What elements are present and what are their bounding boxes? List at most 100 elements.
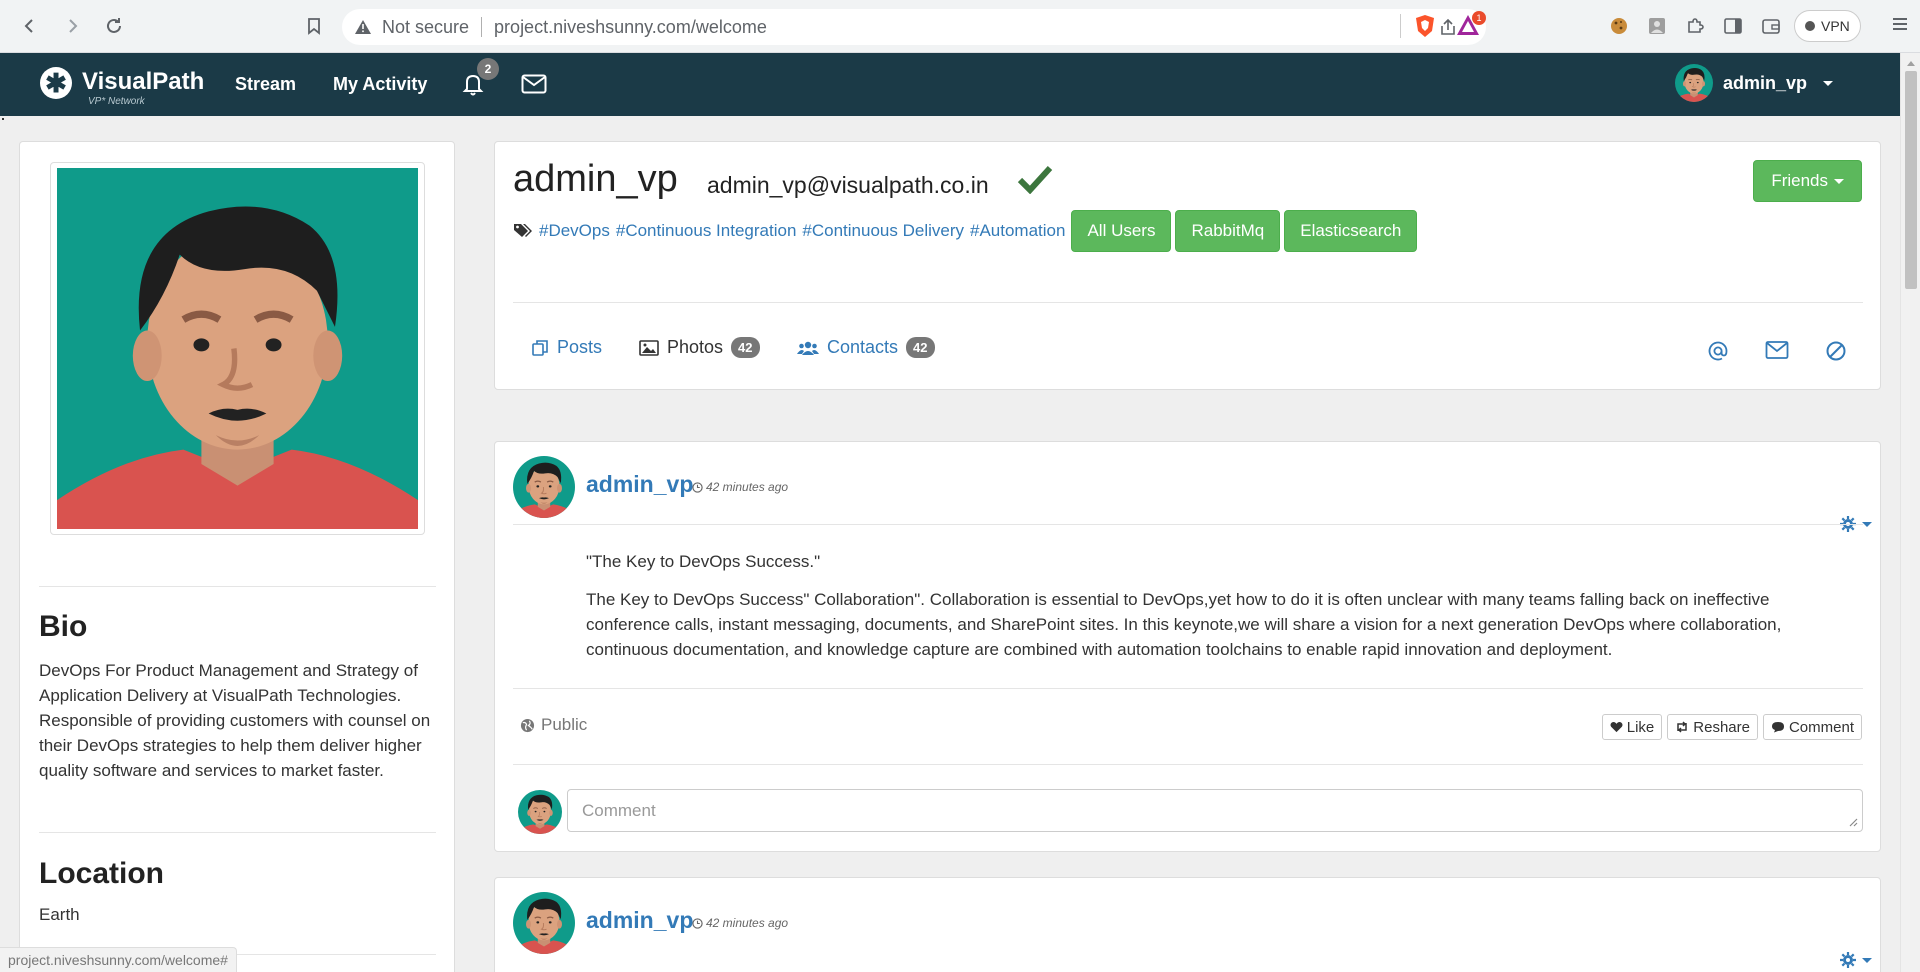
brand-logo-link[interactable]: ✱ VisualPath VP* Network: [40, 67, 204, 107]
profile-sidebar: Bio DevOps For Product Management and St…: [19, 141, 455, 972]
profile-name: admin_vp: [513, 158, 678, 200]
extensions-row: VPN: [1604, 10, 1861, 42]
caret-down-icon: [1862, 521, 1872, 527]
cookie-icon: [1611, 18, 1627, 34]
rewards-badge: 1: [1472, 11, 1486, 25]
menu-icon[interactable]: [1890, 14, 1910, 34]
user-menu-dropdown[interactable]: admin_vp: [1675, 64, 1834, 102]
post-body: The Key to DevOps Success" Collaboration…: [586, 590, 1782, 659]
comment-button[interactable]: Comment: [1762, 714, 1862, 740]
brand-subtitle: VP* Network: [88, 96, 145, 107]
divider: [39, 586, 436, 587]
reload-button[interactable]: [96, 8, 132, 44]
scroll-thumb[interactable]: [1905, 71, 1917, 289]
page-scrollbar[interactable]: [1900, 53, 1920, 972]
tags-icon: [514, 224, 532, 237]
tab-photos-label: Photos: [667, 337, 724, 357]
message-envelope-icon[interactable]: [1765, 340, 1789, 360]
post-author-link[interactable]: admin_vp: [586, 471, 693, 498]
post-author-avatar[interactable]: [513, 892, 575, 954]
address-bar[interactable]: Not secure project.niveshsunny.com/welco…: [342, 9, 1486, 45]
bio-text: DevOps For Product Management and Strate…: [39, 661, 431, 780]
vpn-button[interactable]: VPN: [1794, 10, 1861, 42]
reshare-button[interactable]: Reshare: [1667, 714, 1758, 740]
location-heading: Location: [39, 857, 164, 890]
extension-avatar-icon: [1649, 18, 1665, 34]
cookie-extension[interactable]: [1604, 11, 1634, 41]
url-separator: [481, 17, 483, 37]
friends-label: Friends: [1771, 171, 1828, 190]
group-elasticsearch-button[interactable]: Elasticsearch: [1284, 210, 1418, 252]
post-author-link[interactable]: admin_vp: [586, 907, 693, 934]
security-label: Not secure: [382, 16, 470, 37]
post-time-text: 42 minutes ago: [706, 916, 789, 930]
vpn-status-icon: [1805, 21, 1815, 31]
extensions-button[interactable]: [1680, 11, 1710, 41]
arrow-right-icon: [69, 19, 78, 33]
resize-handle-icon[interactable]: [1848, 817, 1858, 827]
nav-stream[interactable]: Stream: [235, 74, 296, 95]
wallet-button[interactable]: [1756, 11, 1786, 41]
tag-automation[interactable]: #Automation: [970, 221, 1065, 241]
post-card: admin_vp 42 minutes ago: [494, 877, 1881, 972]
share-icon[interactable]: [1438, 17, 1458, 37]
url-path: /welcome: [690, 16, 767, 37]
author-avatar-image: [513, 456, 575, 518]
post-settings-dropdown[interactable]: [1840, 952, 1872, 968]
scroll-up-arrow-icon[interactable]: [1907, 61, 1915, 66]
profile-avatar: [50, 162, 425, 535]
comment-label: Comment: [1788, 718, 1854, 736]
envelope-icon[interactable]: [521, 74, 547, 94]
tab-contacts[interactable]: Contacts 42: [797, 337, 935, 358]
sidebar-button[interactable]: [1718, 11, 1748, 41]
retweet-icon: [1677, 721, 1688, 733]
arrow-left-icon: [24, 19, 33, 33]
comment-input[interactable]: Comment: [567, 789, 1863, 832]
divider: [513, 302, 1863, 303]
divider: [513, 524, 1863, 525]
users-icon: [797, 341, 819, 355]
caret-down-icon: [1823, 80, 1834, 86]
vpn-label: VPN: [1821, 18, 1850, 34]
forward-button[interactable]: [54, 8, 90, 44]
tags-row: #DevOps #Continuous Integration #Continu…: [513, 210, 1421, 252]
sidebar-icon: [1724, 18, 1742, 34]
group-all-users-button[interactable]: All Users: [1071, 210, 1172, 252]
at-mention-icon[interactable]: [1707, 340, 1729, 362]
browser-toolbar: Not secure project.niveshsunny.com/welco…: [0, 0, 1920, 53]
group-rabbitmq-button[interactable]: RabbitMq: [1175, 210, 1281, 252]
heart-icon: [1610, 722, 1623, 733]
verified-check-icon: [1017, 165, 1053, 194]
nav-my-activity[interactable]: My Activity: [333, 74, 427, 95]
back-button[interactable]: [12, 8, 48, 44]
author-avatar-image: [513, 892, 575, 954]
post-actions: Like Reshare Comment: [1601, 714, 1862, 740]
brave-shield-icon[interactable]: [1414, 14, 1436, 38]
like-button[interactable]: Like: [1601, 714, 1663, 740]
post-author-avatar[interactable]: [513, 456, 575, 518]
commenter-avatar-image: [518, 790, 562, 834]
posts-icon: [532, 339, 548, 356]
post-timestamp: 42 minutes ago: [692, 916, 788, 930]
tag-continuous-integration[interactable]: #Continuous Integration: [616, 221, 797, 241]
friends-dropdown-button[interactable]: Friends: [1753, 160, 1862, 202]
tag-continuous-delivery[interactable]: #Continuous Delivery: [802, 221, 964, 241]
caret-down-icon: [1862, 957, 1872, 963]
location-text: Earth: [39, 905, 80, 924]
post-card: admin_vp 42 minutes ago "The Key to DevO…: [494, 441, 1881, 852]
bookmark-button[interactable]: [300, 12, 328, 40]
profile-extension[interactable]: [1642, 11, 1672, 41]
tag-devops[interactable]: #DevOps: [539, 221, 610, 241]
tab-photos[interactable]: Photos 42: [639, 337, 760, 358]
divider: [513, 688, 1863, 689]
tab-posts[interactable]: Posts: [531, 337, 602, 358]
caret-down-icon: [1834, 178, 1844, 184]
divider: [513, 764, 1863, 765]
tab-posts-label: Posts: [557, 337, 603, 357]
like-label: Like: [1626, 718, 1655, 736]
stray-dot: [2, 118, 4, 120]
profile-email: admin_vp@visualpath.co.in: [707, 172, 989, 198]
profile-avatar-image: [56, 168, 419, 529]
bookmark-icon: [308, 18, 320, 35]
block-user-icon[interactable]: [1825, 340, 1847, 362]
